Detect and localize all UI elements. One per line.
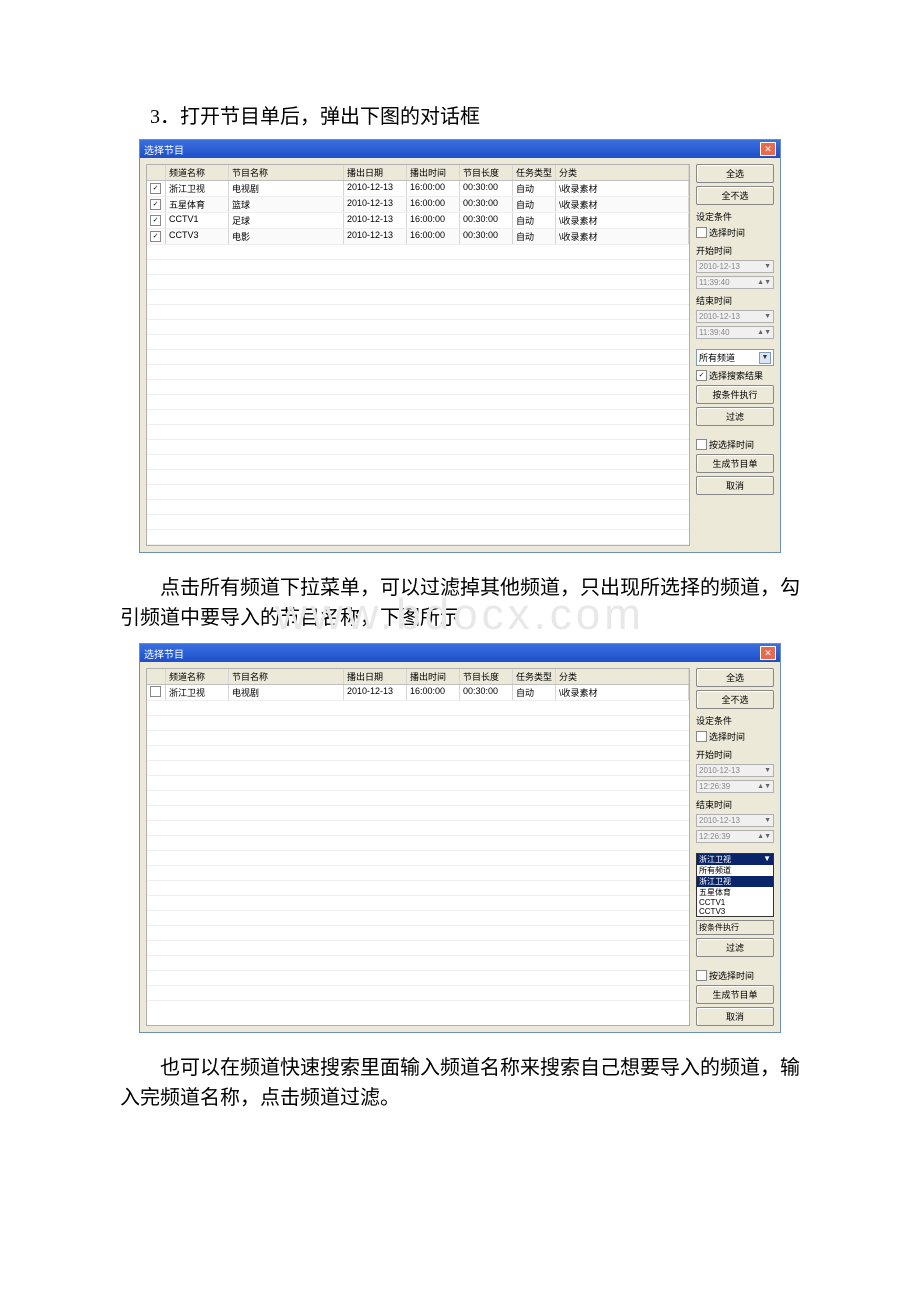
exec-cut-label: 按条件执行 — [696, 920, 774, 935]
generate-list-button[interactable]: 生成节目单 — [696, 985, 774, 1004]
table-row[interactable]: ✓浙江卫视电视剧2010-12-1316:00:0000:30:00自动\收录素… — [147, 181, 689, 197]
select-all-button[interactable]: 全选 — [696, 164, 774, 183]
start-time-label: 开始时间 — [696, 244, 774, 257]
list-header: 频道名称 节目名称 播出日期 播出时间 节目长度 任务类型 分类 — [147, 669, 689, 685]
channel-dropdown[interactable]: 所有频道▼ — [696, 349, 774, 366]
end-date-field[interactable]: 2010-12-13▼ — [696, 814, 774, 827]
close-icon[interactable]: ✕ — [760, 646, 776, 660]
by-select-time-checkbox[interactable] — [696, 439, 707, 450]
search-result-label: 选择搜索结果 — [709, 369, 763, 382]
row-checkbox[interactable]: ✓ — [150, 183, 161, 194]
program-list: 频道名称 节目名称 播出日期 播出时间 节目长度 任务类型 分类 ✓浙江卫视电视… — [146, 164, 690, 546]
col-channel[interactable]: 频道名称 — [166, 669, 229, 684]
end-time-field[interactable]: 12:26:39▲▼ — [696, 830, 774, 843]
col-date[interactable]: 播出日期 — [344, 165, 407, 180]
select-none-button[interactable]: 全不选 — [696, 690, 774, 709]
table-row[interactable]: ✓五星体育篮球2010-12-1316:00:0000:30:00自动\收录素材 — [147, 197, 689, 213]
side-panel: 全选 全不选 设定条件 选择时间 开始时间 2010-12-13▼ 11:39:… — [696, 164, 774, 546]
by-select-time-label: 按选择时间 — [709, 969, 754, 982]
program-list: 频道名称 节目名称 播出日期 播出时间 节目长度 任务类型 分类 浙江卫视电视剧… — [146, 668, 690, 1026]
col-program[interactable]: 节目名称 — [229, 165, 344, 180]
start-time-field[interactable]: 11:39:40▲▼ — [696, 276, 774, 289]
start-date-field[interactable]: 2010-12-13▼ — [696, 260, 774, 273]
cancel-button[interactable]: 取消 — [696, 476, 774, 495]
dialog-title: 选择节目 — [144, 142, 184, 157]
list-header: 频道名称 节目名称 播出日期 播出时间 节目长度 任务类型 分类 — [147, 165, 689, 181]
table-row[interactable]: 浙江卫视电视剧2010-12-1316:00:0000:30:00自动\收录素材 — [147, 685, 689, 701]
channel-dropdown-open[interactable]: 浙江卫视▼ 所有频道浙江卫视五星体育CCTV1CCTV3 — [696, 853, 774, 917]
end-time-field[interactable]: 11:39:40▲▼ — [696, 326, 774, 339]
by-select-time-label: 按选择时间 — [709, 438, 754, 451]
search-result-checkbox[interactable]: ✓ — [696, 370, 707, 381]
table-row[interactable]: ✓CCTV1足球2010-12-1316:00:0000:30:00自动\收录素… — [147, 213, 689, 229]
titlebar: 选择节目 ✕ — [140, 644, 780, 662]
by-select-time-checkbox[interactable] — [696, 970, 707, 981]
end-time-label: 结束时间 — [696, 294, 774, 307]
close-icon[interactable]: ✕ — [760, 142, 776, 156]
choose-time-checkbox[interactable] — [696, 731, 707, 742]
filter-button[interactable]: 过滤 — [696, 407, 774, 426]
choose-time-label: 选择时间 — [709, 226, 745, 239]
paragraph-1: 点击所有频道下拉菜单，可以过滤掉其他频道，只出现所选择的频道，勾引频道中要导入的… — [120, 573, 800, 633]
row-checkbox[interactable] — [150, 686, 161, 697]
row-checkbox[interactable]: ✓ — [150, 199, 161, 210]
titlebar: 选择节目 ✕ — [140, 140, 780, 158]
conditions-label: 设定条件 — [696, 210, 774, 223]
generate-list-button[interactable]: 生成节目单 — [696, 454, 774, 473]
dropdown-option[interactable]: 浙江卫视 — [697, 876, 773, 887]
side-panel: 全选 全不选 设定条件 选择时间 开始时间 2010-12-13▼ 12:26:… — [696, 668, 774, 1026]
col-time[interactable]: 播出时间 — [407, 165, 460, 180]
row-checkbox[interactable]: ✓ — [150, 215, 161, 226]
col-program[interactable]: 节目名称 — [229, 669, 344, 684]
row-checkbox[interactable]: ✓ — [150, 231, 161, 242]
end-time-label: 结束时间 — [696, 798, 774, 811]
dropdown-option[interactable]: CCTV3 — [697, 907, 773, 916]
dropdown-option[interactable]: 五星体育 — [697, 887, 773, 898]
select-all-button[interactable]: 全选 — [696, 668, 774, 687]
dropdown-option[interactable]: 所有频道 — [697, 865, 773, 876]
start-date-field[interactable]: 2010-12-13▼ — [696, 764, 774, 777]
start-time-field[interactable]: 12:26:39▲▼ — [696, 780, 774, 793]
col-channel[interactable]: 频道名称 — [166, 165, 229, 180]
step-heading: 3．打开节目单后，弹出下图的对话框 — [150, 100, 860, 129]
dialog-title: 选择节目 — [144, 646, 184, 661]
col-category[interactable]: 分类 — [556, 165, 689, 180]
select-program-dialog-2: 选择节目 ✕ 频道名称 节目名称 播出日期 播出时间 节目长度 任务类型 分类 … — [139, 643, 781, 1033]
col-time[interactable]: 播出时间 — [407, 669, 460, 684]
start-time-label: 开始时间 — [696, 748, 774, 761]
cancel-button[interactable]: 取消 — [696, 1007, 774, 1026]
choose-time-checkbox[interactable] — [696, 227, 707, 238]
select-none-button[interactable]: 全不选 — [696, 186, 774, 205]
exec-condition-button[interactable]: 按条件执行 — [696, 385, 774, 404]
col-length[interactable]: 节目长度 — [460, 165, 513, 180]
conditions-label: 设定条件 — [696, 714, 774, 727]
end-date-field[interactable]: 2010-12-13▼ — [696, 310, 774, 323]
col-date[interactable]: 播出日期 — [344, 669, 407, 684]
dropdown-option[interactable]: CCTV1 — [697, 898, 773, 907]
select-program-dialog-1: 选择节目 ✕ 频道名称 节目名称 播出日期 播出时间 节目长度 任务类型 分类 … — [139, 139, 781, 553]
table-row[interactable]: ✓CCTV3电影2010-12-1316:00:0000:30:00自动\收录素… — [147, 229, 689, 245]
paragraph-2: 也可以在频道快速搜索里面输入频道名称来搜索自己想要导入的频道，输入完频道名称，点… — [120, 1053, 800, 1113]
filter-button[interactable]: 过滤 — [696, 938, 774, 957]
col-category[interactable]: 分类 — [556, 669, 689, 684]
col-length[interactable]: 节目长度 — [460, 669, 513, 684]
choose-time-label: 选择时间 — [709, 730, 745, 743]
col-type[interactable]: 任务类型 — [513, 165, 556, 180]
col-type[interactable]: 任务类型 — [513, 669, 556, 684]
